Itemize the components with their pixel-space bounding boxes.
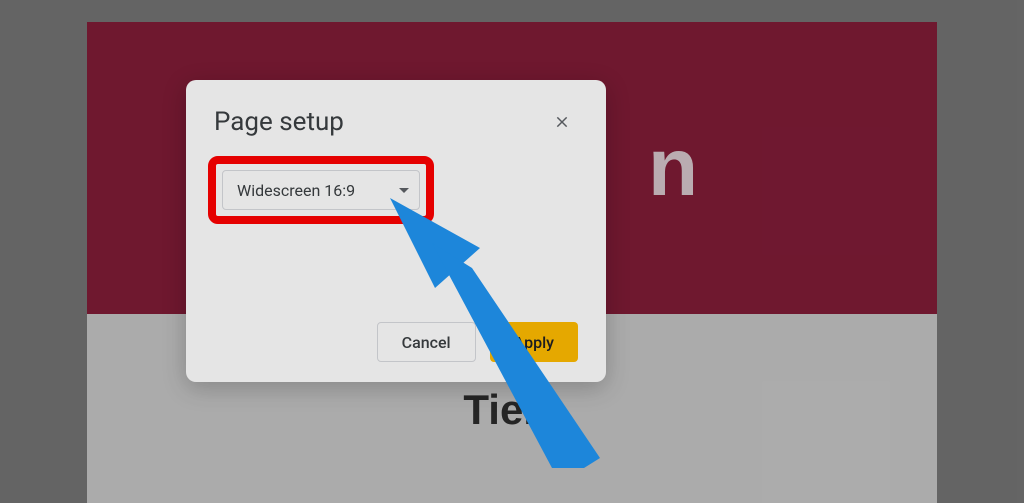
dialog-title: Page setup xyxy=(214,107,344,137)
banner-title-text: n xyxy=(648,121,696,215)
chevron-down-icon xyxy=(399,188,409,193)
apply-button-label: Apply xyxy=(514,333,554,352)
cancel-button[interactable]: Cancel xyxy=(377,322,476,362)
annotation-highlight: Widescreen 16:9 xyxy=(208,156,434,224)
cancel-button-label: Cancel xyxy=(402,333,451,352)
aspect-ratio-dropdown[interactable]: Widescreen 16:9 xyxy=(222,170,420,210)
apply-button[interactable]: Apply xyxy=(490,322,578,362)
dialog-header: Page setup xyxy=(214,106,578,138)
dialog-actions: Cancel Apply xyxy=(377,322,578,362)
slide-body-text: Tien. xyxy=(87,386,937,434)
close-button[interactable] xyxy=(546,106,578,138)
close-icon xyxy=(554,114,570,130)
dropdown-selected-label: Widescreen 16:9 xyxy=(237,181,355,200)
page-setup-dialog: Page setup Widescreen 16:9 Cancel Apply xyxy=(186,80,606,382)
